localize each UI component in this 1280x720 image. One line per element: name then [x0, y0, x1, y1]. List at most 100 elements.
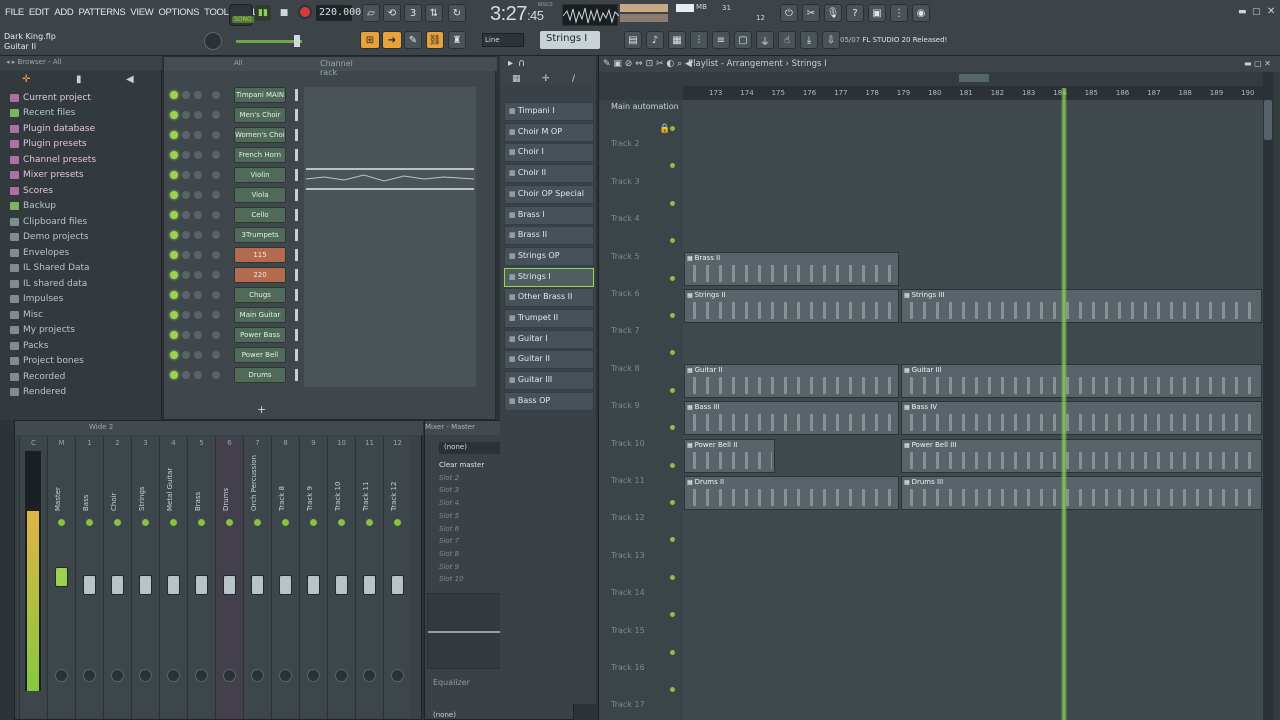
track-enable-led[interactable] [670, 574, 675, 580]
pattern-item[interactable]: Strings OP [504, 246, 594, 266]
pattern-clip[interactable]: Guitar III [901, 363, 1262, 398]
browser-item[interactable]: Recent files [10, 106, 96, 122]
playlist-tool-icons[interactable]: ✎ ▣ ⊘ ⇔ ⊡ ✂ ◐ ⌕ ◀ [603, 59, 692, 69]
channel-name-button[interactable]: Drums [234, 367, 286, 383]
channel-mute-led[interactable] [170, 251, 178, 259]
menu-edit[interactable]: EDIT [28, 7, 50, 18]
mixer-strip[interactable]: 5 Brass [187, 437, 214, 719]
track-enable-led[interactable] [670, 649, 675, 655]
master-pitch-slider[interactable] [236, 40, 302, 43]
channel-name-button[interactable]: Men's Choir [234, 107, 286, 123]
track-enable-led[interactable] [670, 687, 675, 692]
channel-track-select[interactable] [212, 291, 220, 299]
mixer-pan-knob[interactable] [307, 669, 320, 682]
track-enable-led[interactable] [670, 275, 675, 281]
master-volume-knob[interactable] [204, 32, 222, 50]
mixer-strip[interactable]: 11 Track 11 [355, 437, 382, 719]
channel-name-button[interactable]: Main Guitar [234, 307, 286, 323]
mixer-output-select[interactable]: (none) [433, 711, 456, 719]
track-enable-led[interactable] [670, 462, 675, 468]
pencil-tool-icon[interactable]: ✎ [404, 31, 422, 49]
browser-item[interactable]: Mixer presets [10, 168, 96, 184]
channel-knob[interactable] [182, 211, 190, 219]
pattern-item[interactable]: Trumpet II [504, 309, 594, 328]
channel-rack-view-icon[interactable]: ▦ [668, 31, 686, 49]
channel-name-button[interactable]: Viola [234, 187, 286, 203]
browser-item[interactable]: Project bones [10, 354, 96, 370]
pattern-item[interactable]: Other Brass II [504, 288, 594, 308]
browser-item[interactable]: Channel presets [10, 152, 96, 168]
pattern-picker-icon[interactable]: ▦ [512, 74, 521, 84]
channel-knob[interactable] [194, 171, 202, 179]
play-button[interactable]: ▮▮ [255, 5, 271, 21]
track-enable-led[interactable] [670, 126, 675, 131]
render-icon[interactable]: ⇩ [822, 31, 840, 49]
lock-icon[interactable]: 🔒 [659, 124, 670, 134]
track-name[interactable]: Main automation [611, 102, 679, 111]
browser-file-icon[interactable]: ▮ [76, 74, 82, 85]
channel-selector[interactable] [295, 269, 298, 281]
pattern-clip[interactable]: Drums III [901, 476, 1262, 510]
channel-mute-led[interactable] [170, 131, 178, 139]
mixer-volume-fader[interactable] [391, 575, 404, 595]
song-time-display[interactable]: 3:27:45 M:S:CS [490, 2, 560, 25]
track-name[interactable]: Track 2 [611, 139, 640, 148]
pattern-selector[interactable]: Strings I [540, 31, 600, 49]
mixer-pan-knob[interactable] [83, 669, 96, 682]
channel-mute-led[interactable] [170, 331, 178, 339]
plugin-picker-icon[interactable]: ▢ [734, 31, 752, 49]
channel-track-select[interactable] [212, 171, 220, 179]
track-name[interactable]: Track 10 [611, 439, 645, 448]
channel-name-button[interactable]: Power Bass [234, 327, 286, 343]
piano-roll-view-icon[interactable]: ♪ [646, 31, 664, 49]
mixer-strip[interactable]: M Master [47, 437, 74, 719]
mixer-strip[interactable]: 1 Bass [75, 437, 102, 719]
track-name[interactable]: Track 3 [611, 177, 640, 186]
mic-icon[interactable]: 🎙 [824, 4, 842, 22]
pattern-clip[interactable]: Strings II [684, 289, 899, 323]
magnet-icon[interactable]: ∩ [518, 58, 525, 69]
browser-item[interactable]: Envelopes [10, 245, 96, 261]
channel-knob[interactable] [194, 191, 202, 199]
mixer-volume-fader[interactable] [251, 575, 264, 595]
channel-mute-led[interactable] [170, 291, 178, 299]
channel-mute-led[interactable] [170, 171, 178, 179]
channel-name-button[interactable]: 220 [234, 267, 286, 283]
mixer-strip[interactable]: 9 Track 9 [299, 437, 326, 719]
mixer-strip[interactable]: 12 Track 12 [383, 437, 410, 719]
track-name[interactable]: Track 15 [611, 626, 645, 635]
track-enable-led[interactable] [670, 387, 675, 393]
channel-track-select[interactable] [212, 351, 220, 359]
browser-item[interactable]: Recorded [10, 369, 96, 385]
stop-button[interactable]: ■ [276, 5, 292, 21]
channel-track-select[interactable] [212, 231, 220, 239]
channel-mute-led[interactable] [170, 111, 178, 119]
mixer-strip-enable-led[interactable] [338, 519, 345, 526]
pattern-item[interactable]: Choir OP Special [504, 184, 594, 204]
channel-selector[interactable] [295, 369, 298, 381]
browser-view-icon[interactable]: ≡ [712, 31, 730, 49]
pattern-item[interactable]: Strings I [504, 267, 594, 287]
track-name[interactable]: Track 8 [611, 364, 640, 373]
mixer-volume-fader[interactable] [223, 575, 236, 595]
menu-file[interactable]: FILE [4, 7, 25, 18]
browser-item[interactable]: Scores [10, 183, 96, 199]
pattern-clip[interactable]: Bass III [684, 401, 899, 436]
pattern-clip[interactable]: Power Bell II [684, 438, 775, 473]
channel-knob[interactable] [182, 231, 190, 239]
channel-mute-led[interactable] [170, 311, 178, 319]
help-icon[interactable]: ? [846, 4, 864, 22]
mixer-strip-enable-led[interactable] [394, 519, 401, 526]
browser-item[interactable]: Rendered [10, 385, 96, 401]
countdown-icon[interactable]: 3 [404, 4, 422, 22]
online-icon[interactable]: ⏻ [780, 4, 798, 22]
scroll-thumb[interactable] [1264, 100, 1272, 140]
channel-knob[interactable] [182, 311, 190, 319]
channel-knob[interactable] [194, 331, 202, 339]
pattern-clip[interactable]: Bass IV [901, 401, 1262, 436]
tempo-display[interactable]: 220.000 [316, 5, 361, 21]
playlist-vertical-scroll[interactable] [1263, 72, 1273, 720]
mixer-volume-fader[interactable] [55, 567, 68, 587]
mixer-view-icon[interactable]: ⫶ [690, 31, 708, 49]
pattern-item[interactable]: Choir I [504, 143, 594, 163]
